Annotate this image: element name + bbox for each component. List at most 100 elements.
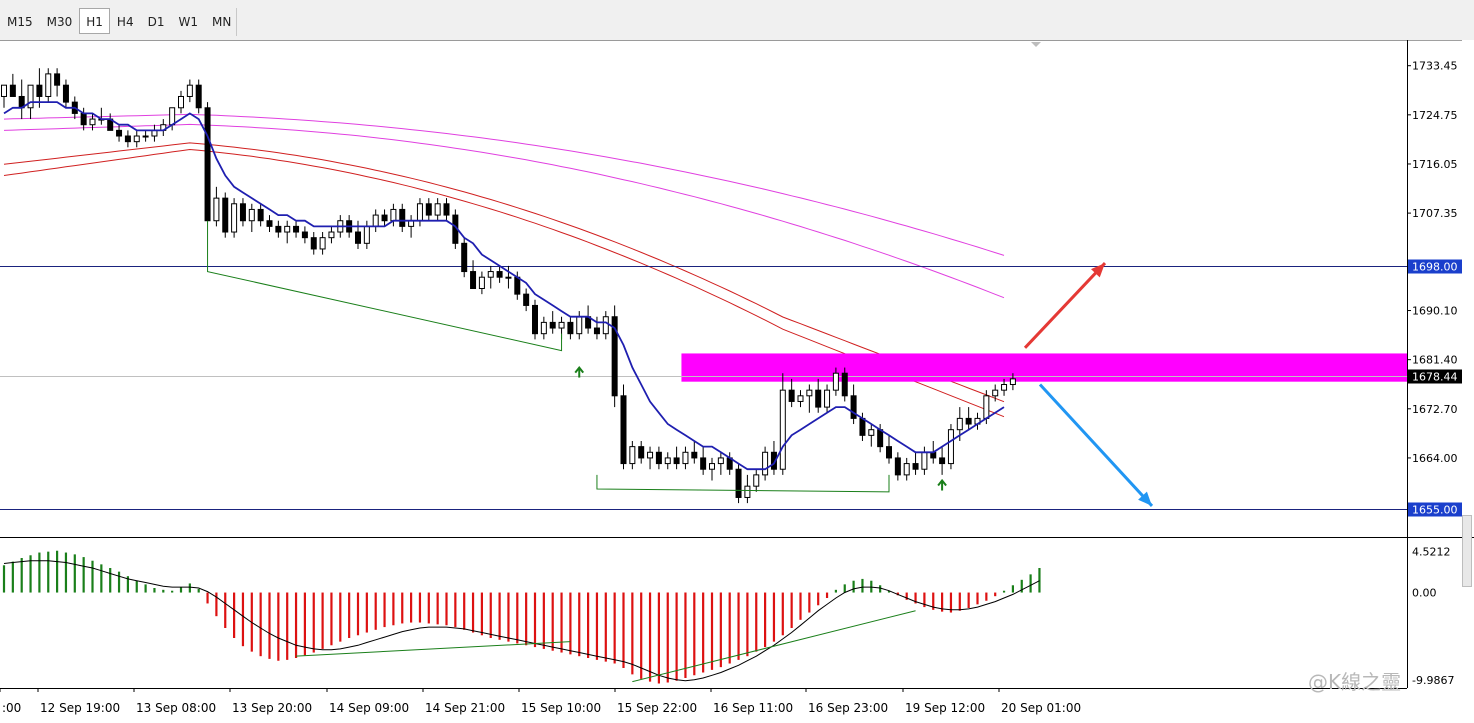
current-price-label: 1678.44 — [1412, 371, 1458, 384]
price-tick-label: 1733.45 — [1412, 60, 1458, 73]
candle-bullish — [717, 457, 724, 465]
vertical-scrollbar[interactable] — [1462, 515, 1472, 587]
indicator-tick-label: 4.5212 — [1412, 545, 1451, 558]
time-tick-label: 14 Sep 09:00 — [329, 701, 409, 715]
timeframe-mn-button[interactable]: MN — [205, 8, 238, 34]
candle-bullish — [647, 451, 654, 459]
time-tick-label: :00 — [2, 701, 21, 715]
candle-bearish — [523, 293, 530, 306]
timeframe-w1-button[interactable]: W1 — [171, 8, 205, 34]
candle-bearish — [266, 220, 273, 227]
candle-bullish — [505, 276, 512, 279]
price-chart[interactable]: 1698.00 1655.00 1678.44 1733.45 1724.75 1716… — [0, 40, 1474, 723]
time-tick-label: 13 Sep 08:00 — [136, 701, 216, 715]
candle-bullish — [753, 474, 760, 487]
candle-bearish — [461, 242, 468, 273]
candle-bullish — [806, 389, 813, 397]
candle-bullish — [45, 73, 52, 97]
time-tick-label: 12 Sep 19:00 — [40, 701, 120, 715]
candle-bearish — [638, 446, 645, 459]
axis-padding — [1462, 40, 1474, 537]
candle-bullish — [921, 451, 928, 470]
candle-bullish — [478, 276, 485, 289]
toolbar-separator — [236, 8, 237, 36]
candle-bullish — [434, 203, 441, 216]
candle-bearish — [9, 84, 16, 97]
timeframe-group: M15 M30 H1 H4 D1 W1 MN — [0, 8, 238, 36]
candle-bearish — [735, 468, 742, 498]
price-tick-label: 1690.10 — [1412, 305, 1458, 318]
candle-bullish — [133, 135, 140, 143]
resistance-label: 1698.00 — [1412, 261, 1458, 274]
candle-bullish — [868, 429, 875, 436]
candle-bearish — [939, 457, 946, 465]
candle-bullish — [89, 118, 96, 126]
timeframe-h1-button[interactable]: H1 — [79, 8, 110, 34]
timeframe-h4-button[interactable]: H4 — [110, 8, 141, 34]
time-tick-label: 15 Sep 22:00 — [617, 701, 697, 715]
time-tick-label: 15 Sep 10:00 — [521, 701, 601, 715]
support-label: 1655.00 — [1412, 504, 1458, 517]
candle-bearish — [381, 214, 388, 222]
candle-bearish — [443, 203, 450, 216]
candle-bearish — [195, 84, 202, 109]
candle-bearish — [841, 372, 848, 397]
price-tick-label: 1716.05 — [1412, 158, 1458, 171]
time-tick-label: 16 Sep 23:00 — [808, 701, 888, 715]
candle-bearish — [80, 112, 87, 126]
timeframe-m30-button[interactable]: M30 — [40, 8, 80, 34]
candle-bearish — [567, 321, 574, 335]
indicator-tick-label: -9.9867 — [1412, 674, 1454, 687]
candle-bearish — [310, 237, 317, 250]
candle-bearish — [859, 417, 866, 436]
timeframe-d1-button[interactable]: D1 — [141, 8, 172, 34]
candle-bullish — [328, 231, 335, 239]
candle-bearish — [124, 135, 131, 143]
candle-bearish — [894, 457, 901, 476]
candle-bearish — [700, 457, 707, 470]
candle-bearish — [965, 417, 972, 425]
time-tick-label: 19 Sep 12:00 — [905, 701, 985, 715]
bullish-arrow-shaft — [1023, 262, 1107, 349]
candle-bearish — [116, 129, 123, 137]
candle-bullish — [602, 316, 609, 335]
candle-bullish — [709, 463, 715, 470]
candle-bullish — [903, 463, 910, 476]
candle-bearish — [399, 208, 406, 227]
candle-bullish — [213, 197, 220, 222]
candle-bullish — [576, 316, 583, 335]
candle-bearish — [788, 389, 795, 402]
candle-bearish — [204, 107, 211, 222]
candle-bullish — [558, 321, 565, 329]
candle-bullish — [824, 389, 831, 408]
candle-bullish — [372, 214, 379, 227]
candle-bearish — [293, 225, 300, 233]
candle-bearish — [470, 271, 477, 290]
candle-bullish — [284, 225, 291, 233]
candle-bearish — [222, 197, 229, 233]
candle-bullish — [142, 135, 149, 138]
signal-line — [3, 560, 1040, 682]
buy-signal-arrow-2 — [937, 478, 947, 491]
candle-bullish — [762, 451, 769, 476]
candle-bearish — [673, 457, 680, 465]
toolbar: M15 M30 H1 H4 D1 W1 MN — [0, 0, 1474, 41]
divergence-line-2 — [596, 474, 890, 493]
candle-bearish — [655, 451, 662, 465]
time-tick-label: 16 Sep 11:00 — [713, 701, 793, 715]
candle-bullish — [390, 208, 397, 222]
candle-bullish — [1009, 378, 1016, 386]
candle-bearish — [877, 429, 884, 448]
candle-bullish — [832, 372, 839, 391]
resistance-zone — [681, 353, 1407, 382]
candle-bullish — [178, 95, 184, 109]
candle-bearish — [912, 463, 919, 470]
timeframe-m15-button[interactable]: M15 — [0, 8, 40, 34]
ma-magenta-1 — [3, 123, 1005, 299]
candle-bullish — [1001, 384, 1008, 391]
price-tick-label: 1681.40 — [1412, 354, 1458, 367]
time-tick-label: 14 Sep 21:00 — [425, 701, 505, 715]
price-tick-label: 1724.75 — [1412, 109, 1458, 122]
time-tick-label: 13 Sep 20:00 — [232, 701, 312, 715]
candle-bullish — [169, 107, 176, 126]
